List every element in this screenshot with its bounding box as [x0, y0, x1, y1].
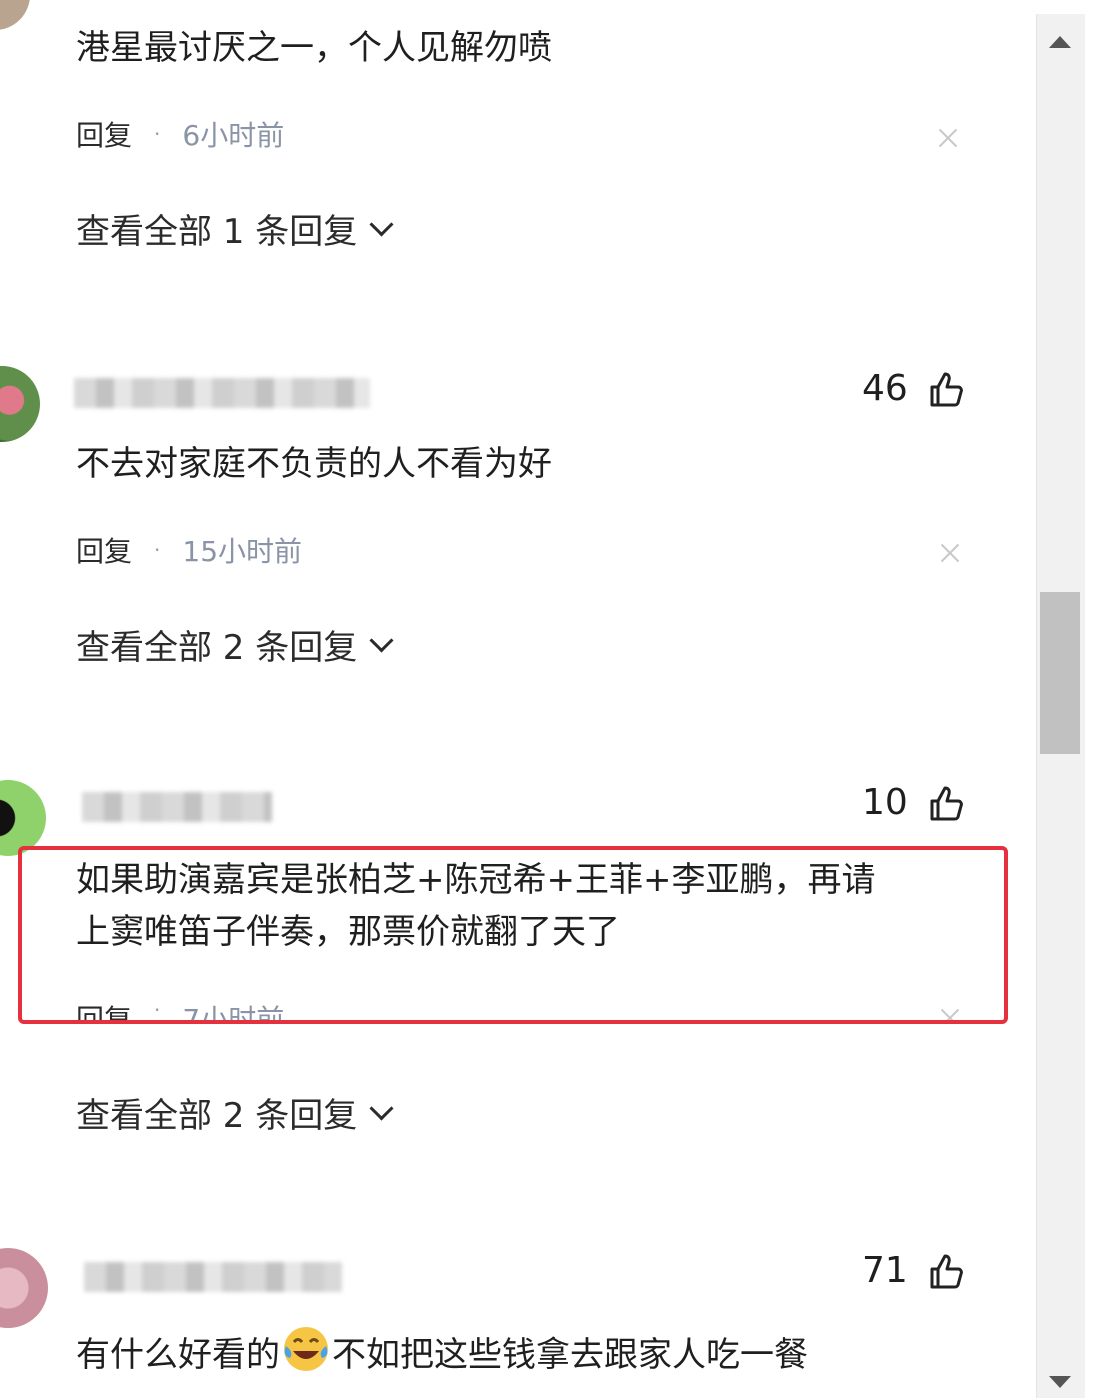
- like-count-value: 46: [862, 368, 908, 409]
- thumbs-up-icon: [930, 1254, 963, 1288]
- like-count[interactable]: 10: [862, 782, 966, 823]
- comment-meta: 回复 · 15小时前: [76, 530, 302, 570]
- comment-text: 有什么好看的 不如把这些钱拿去跟家人吃一餐: [76, 1322, 808, 1381]
- highlight-box: [18, 846, 1008, 1024]
- comment-time: 6小时前: [182, 119, 285, 152]
- avatar[interactable]: [0, 0, 30, 30]
- view-replies-label: 查看全部 1 条回复: [76, 212, 358, 252]
- scroll-down-arrow-icon[interactable]: [1049, 1376, 1071, 1388]
- comment-text: 不去对家庭不负责的人不看为好: [76, 444, 552, 484]
- comment-meta: 回复 · 6小时前: [76, 114, 284, 154]
- like-count-value: 71: [862, 1250, 908, 1291]
- view-replies-label: 查看全部 2 条回复: [76, 628, 358, 668]
- tears-of-joy-emoji-icon: [284, 1327, 328, 1371]
- comment-text: 港星最讨厌之一，个人见解勿喷: [76, 28, 552, 68]
- chevron-down-icon: [369, 1096, 394, 1121]
- reply-button[interactable]: 回复: [76, 114, 132, 154]
- username-blurred: [82, 792, 272, 822]
- comment-time: 15小时前: [182, 535, 303, 568]
- like-count-value: 10: [862, 782, 908, 823]
- comment-feed: 港星最讨厌之一，个人见解勿喷 回复 · 6小时前 查看全部 1 条回复 46 不…: [0, 0, 1036, 1398]
- username-blurred: [74, 378, 370, 408]
- meta-separator: ·: [154, 538, 161, 562]
- avatar[interactable]: [0, 366, 40, 442]
- scrollbar-thumb[interactable]: [1040, 592, 1080, 754]
- chevron-down-icon: [369, 628, 394, 653]
- avatar[interactable]: [0, 1248, 48, 1328]
- comment-text-part-1: 有什么好看的: [76, 1335, 280, 1375]
- scrollbar[interactable]: [1036, 14, 1085, 1398]
- meta-separator: ·: [154, 122, 161, 146]
- view-replies-button[interactable]: 查看全部 2 条回复: [76, 620, 394, 669]
- thumbs-up-icon: [930, 786, 963, 820]
- reply-button[interactable]: 回复: [76, 530, 132, 570]
- thumbs-up-icon: [930, 372, 963, 406]
- chevron-down-icon: [369, 212, 394, 237]
- close-icon[interactable]: [938, 541, 962, 565]
- comment-text-part-2: 不如把这些钱拿去跟家人吃一餐: [332, 1335, 808, 1375]
- like-count[interactable]: 46: [862, 368, 966, 409]
- close-icon[interactable]: [936, 126, 960, 150]
- scroll-up-arrow-icon[interactable]: [1049, 36, 1071, 48]
- avatar[interactable]: [0, 780, 46, 856]
- view-replies-label: 查看全部 2 条回复: [76, 1096, 358, 1136]
- view-replies-button[interactable]: 查看全部 1 条回复: [76, 204, 394, 253]
- username-blurred: [84, 1262, 342, 1292]
- like-count[interactable]: 71: [862, 1250, 966, 1291]
- view-replies-button[interactable]: 查看全部 2 条回复: [76, 1088, 394, 1137]
